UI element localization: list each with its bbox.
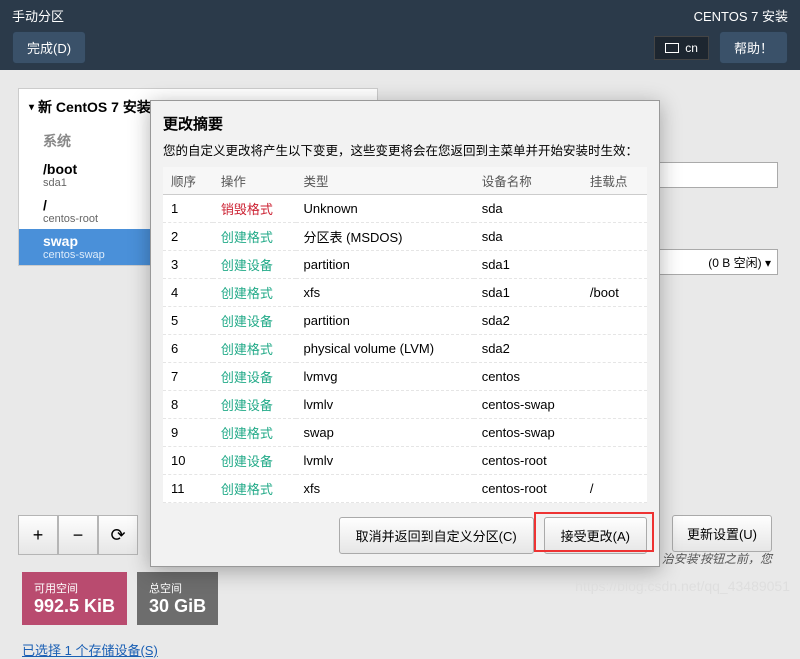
table-row[interactable]: 3创建设备partitionsda1 <box>163 251 647 279</box>
add-partition-button[interactable]: + <box>18 515 58 555</box>
col-order[interactable]: 顺序 <box>163 167 213 195</box>
space-summary: 可用空间 992.5 KiB 总空间 30 GiB <box>22 572 218 625</box>
changes-table: 顺序 操作 类型 设备名称 挂载点 1销毁格式Unknownsda2创建格式分区… <box>163 167 647 503</box>
done-button[interactable]: 完成(D) <box>12 31 86 64</box>
table-row[interactable]: 7创建设备lvmvgcentos <box>163 363 647 391</box>
install-group-label: 新 CentOS 7 安装 <box>38 97 151 117</box>
table-row[interactable]: 5创建设备partitionsda2 <box>163 307 647 335</box>
table-row[interactable]: 10创建设备lvmlvcentos-root <box>163 447 647 475</box>
watermark-text: https://blog.csdn.net/qq_43489051 <box>575 578 790 594</box>
partition-toolbar: + − ⟳ <box>18 515 138 555</box>
remove-partition-button[interactable]: − <box>58 515 98 555</box>
table-row[interactable]: 6创建格式physical volume (LVM)sda2 <box>163 335 647 363</box>
table-row[interactable]: 4创建格式xfssda1/boot <box>163 279 647 307</box>
col-device[interactable]: 设备名称 <box>474 167 582 195</box>
col-mount[interactable]: 挂载点 <box>582 167 647 195</box>
storage-devices-link[interactable]: 已选择 1 个存储设备(S) <box>22 640 158 659</box>
screen-title: 手动分区 <box>12 6 86 25</box>
help-button[interactable]: 帮助！ <box>719 31 788 64</box>
cancel-return-button[interactable]: 取消并返回到自定义分区(C) <box>339 517 534 554</box>
total-space-value: 30 GiB <box>149 596 206 617</box>
available-space-box: 可用空间 992.5 KiB <box>22 572 127 625</box>
update-settings-button[interactable]: 更新设置(U) <box>672 515 772 552</box>
chevron-down-icon: ▾ <box>29 102 34 113</box>
table-row[interactable]: 2创建格式分区表 (MSDOS)sda <box>163 223 647 251</box>
summary-dialog: 更改摘要 您的自定义更改将产生以下变更，这些变更将会在您返回到主菜单并开始安装时… <box>150 100 660 567</box>
available-space-value: 992.5 KiB <box>34 596 115 617</box>
available-space-label: 可用空间 <box>34 580 115 596</box>
keyboard-layout-indicator[interactable]: cn <box>654 36 709 60</box>
keyboard-layout-label: cn <box>685 41 698 55</box>
keyboard-icon <box>665 43 679 53</box>
dialog-title: 更改摘要 <box>163 113 647 134</box>
col-operation[interactable]: 操作 <box>213 167 296 195</box>
accept-changes-button[interactable]: 接受更改(A) <box>544 517 647 554</box>
total-space-label: 总空间 <box>149 580 206 596</box>
reload-button[interactable]: ⟳ <box>98 515 138 555</box>
total-space-box: 总空间 30 GiB <box>137 572 218 625</box>
top-bar: 手动分区 完成(D) CENTOS 7 安装 cn 帮助！ <box>0 0 800 70</box>
installer-title: CENTOS 7 安装 <box>654 6 788 25</box>
table-row[interactable]: 1销毁格式Unknownsda <box>163 195 647 223</box>
table-row[interactable]: 9创建格式swapcentos-swap <box>163 419 647 447</box>
table-row[interactable]: 8创建设备lvmlvcentos-swap <box>163 391 647 419</box>
hint-text: 治安装'按钮之前，您 <box>662 550 772 567</box>
dialog-description: 您的自定义更改将产生以下变更，这些变更将会在您返回到主菜单并开始安装时生效： <box>163 140 647 159</box>
table-row[interactable]: 11创建格式xfscentos-root/ <box>163 475 647 503</box>
col-type[interactable]: 类型 <box>296 167 474 195</box>
